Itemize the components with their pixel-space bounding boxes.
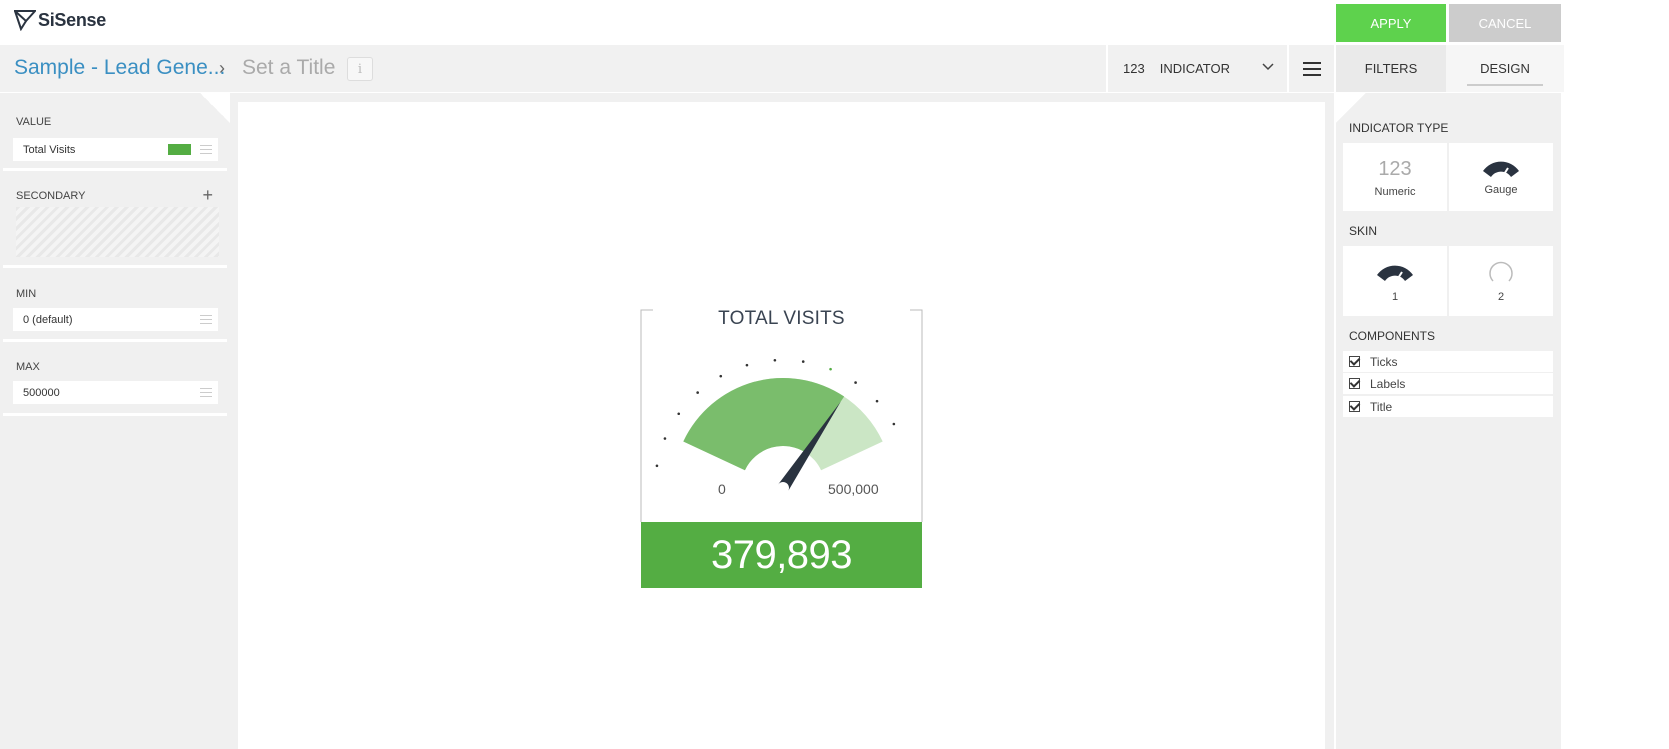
min-section-label: MIN <box>16 288 37 300</box>
value-section: VALUE Total Visits <box>3 96 227 171</box>
gauge-icon <box>1377 265 1413 284</box>
tab-filters[interactable]: FILTERS <box>1336 45 1446 92</box>
component-labels-label: Labels <box>1370 376 1406 391</box>
max-item[interactable]: 500000 <box>13 381 218 404</box>
skin-option-1-label: 1 <box>1391 291 1399 303</box>
secondary-section-label: SECONDARY <box>16 190 86 202</box>
value-color-swatch[interactable] <box>168 144 191 155</box>
cancel-button[interactable]: CANCEL <box>1449 4 1561 42</box>
checkbox-checked-icon <box>1349 401 1360 412</box>
widget-title-input[interactable]: Set a Title <box>242 56 335 80</box>
ring-icon <box>1489 261 1513 282</box>
max-section-label: MAX <box>16 361 40 373</box>
skin-option-1[interactable]: 1 <box>1343 246 1447 316</box>
component-title-checkbox[interactable]: Title <box>1343 396 1553 417</box>
indicator-title: TOTAL VISITS <box>718 308 845 329</box>
checkbox-checked-icon <box>1349 356 1360 367</box>
value-section-label: VALUE <box>16 116 52 128</box>
panel-corner <box>1336 93 1366 123</box>
drag-handle-icon[interactable] <box>200 145 212 155</box>
checkbox-checked-icon <box>1349 378 1360 389</box>
gauge-tick <box>663 437 667 440</box>
gauge-tick <box>745 363 749 367</box>
widget-type-label: INDICATOR <box>1159 61 1231 76</box>
value-item-label: Total Visits <box>23 143 76 156</box>
gauge-tick <box>854 381 857 384</box>
drag-handle-icon[interactable] <box>200 388 212 398</box>
gauge-tick <box>801 360 805 363</box>
value-item-total-visits[interactable]: Total Visits <box>13 138 218 161</box>
min-item-label: 0 (default) <box>23 313 73 326</box>
numeric-label: Numeric <box>1374 186 1416 198</box>
component-labels-checkbox[interactable]: Labels <box>1343 373 1553 394</box>
component-ticks-label: Ticks <box>1370 354 1398 369</box>
sisense-logo: SiSense <box>14 6 106 34</box>
skin-label: SKIN <box>1349 224 1378 238</box>
indicator-type-numeric[interactable]: 123 Numeric <box>1343 143 1447 211</box>
gauge-tick <box>655 464 659 468</box>
gauge-tick <box>719 374 723 378</box>
secondary-section: SECONDARY + <box>3 171 227 268</box>
secondary-drop-zone[interactable] <box>16 207 219 257</box>
logo-text: SiSense <box>38 9 106 30</box>
gauge-max-label: 500,000 <box>828 481 879 497</box>
widget-type-select[interactable]: 123 INDICATOR <box>1108 45 1287 92</box>
chevron-down-icon <box>1262 63 1274 71</box>
gauge-label: Gauge <box>1484 184 1518 196</box>
skin-option-2-label: 2 <box>1497 291 1505 303</box>
indicator-value: 379,893 <box>641 522 922 588</box>
tab-design-active-indicator <box>1467 84 1543 86</box>
gauge-tick <box>829 367 832 371</box>
gauge-tick <box>773 358 777 362</box>
component-ticks-checkbox[interactable]: Ticks <box>1343 351 1553 372</box>
gauge-min-label: 0 <box>718 481 726 497</box>
info-icon[interactable]: i <box>347 57 373 81</box>
components-label: COMPONENTS <box>1349 329 1436 343</box>
panel-corner <box>200 93 230 123</box>
breadcrumb-separator-icon: › <box>219 58 225 78</box>
gauge-tick <box>875 399 879 403</box>
max-item-label: 500000 <box>23 386 60 399</box>
gauge-tick <box>677 412 681 416</box>
breadcrumb-dashboard-link[interactable]: Sample - Lead Gene... <box>14 56 225 80</box>
gauge-tick <box>892 422 896 426</box>
hamburger-menu-icon <box>1302 61 1321 76</box>
min-item[interactable]: 0 (default) <box>13 308 218 331</box>
gauge-icon <box>1483 161 1519 180</box>
gauge-chart <box>655 358 896 492</box>
menu-button[interactable] <box>1289 45 1334 92</box>
indicator-type-label: INDICATOR TYPE <box>1349 121 1449 135</box>
max-section: MAX 500000 <box>3 342 227 416</box>
indicator-type-icon: 123 <box>1123 61 1145 76</box>
drag-handle-icon[interactable] <box>200 315 212 325</box>
sisense-logo-icon <box>14 10 36 31</box>
breadcrumb: Sample - Lead Gene... › Set a Title <box>0 45 1106 92</box>
apply-button[interactable]: APPLY <box>1336 4 1446 42</box>
min-section: MIN 0 (default) <box>3 268 227 342</box>
gauge-tick <box>696 391 699 394</box>
add-secondary-icon[interactable]: + <box>202 185 213 206</box>
indicator-type-gauge[interactable]: Gauge <box>1449 143 1553 211</box>
numeric-icon: 123 <box>1378 158 1412 180</box>
component-title-label: Title <box>1370 399 1393 414</box>
skin-option-2[interactable]: 2 <box>1449 246 1553 316</box>
